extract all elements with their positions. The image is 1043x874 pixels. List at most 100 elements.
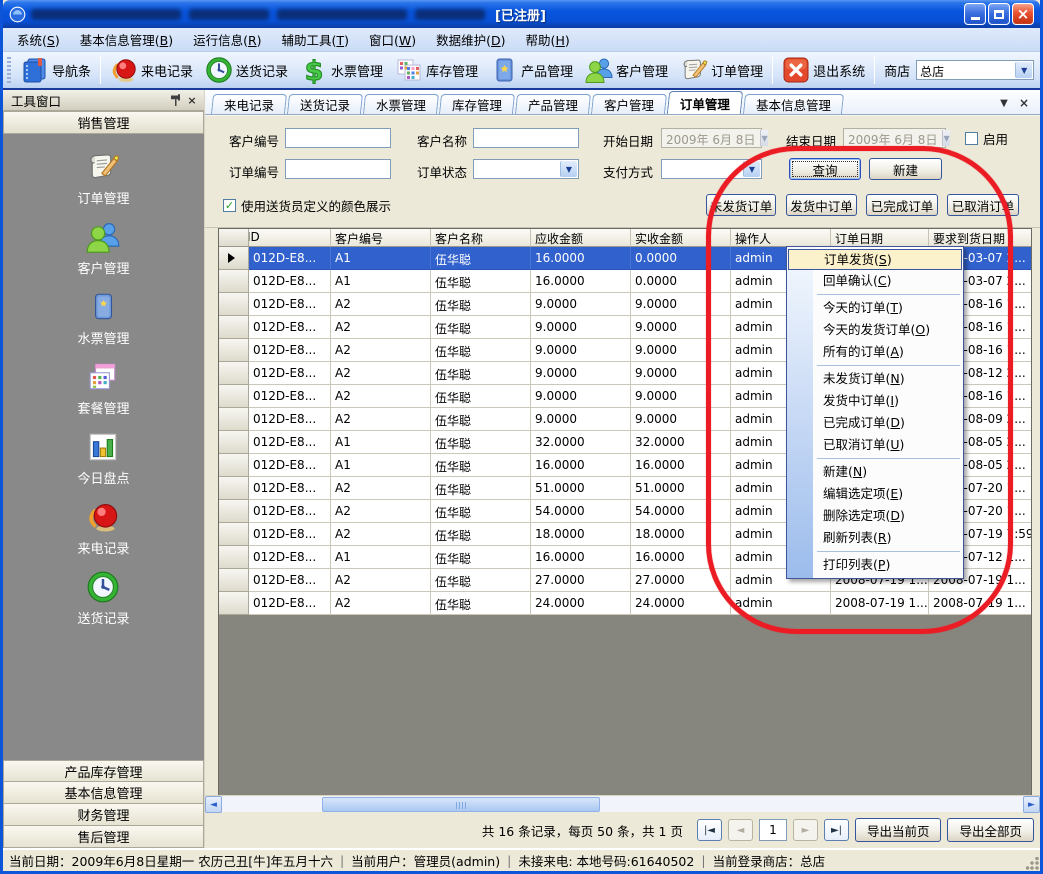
column-header-8[interactable]: 要求到货日期 bbox=[929, 229, 1032, 247]
order-status-filter-button-3[interactable]: 已完成订单 bbox=[866, 194, 938, 216]
tab-list-dropdown-icon[interactable]: ▼ bbox=[996, 95, 1012, 111]
table-row[interactable]: 012D-E8...A2伍华聪24.000024.0000admin2008-0… bbox=[219, 592, 1031, 615]
next-page-button[interactable]: ► bbox=[793, 819, 818, 841]
row-selector-cell[interactable] bbox=[219, 500, 249, 523]
horizontal-scrollbar[interactable]: ◄ ► bbox=[205, 795, 1040, 812]
scroll-right-icon[interactable]: ► bbox=[1023, 796, 1040, 813]
customer-name-input[interactable] bbox=[473, 128, 579, 148]
sidebar-item-3[interactable]: 水票管理 bbox=[77, 290, 129, 347]
toolbar-grip-handle[interactable] bbox=[7, 57, 11, 83]
toolbar-button-6[interactable]: 产品管理 bbox=[484, 54, 579, 86]
row-selector-cell[interactable] bbox=[219, 247, 249, 270]
order-status-filter-button-1[interactable]: 未发货订单 bbox=[706, 194, 776, 216]
tab-8[interactable]: 基本信息管理 bbox=[743, 94, 844, 114]
first-page-button[interactable]: |◄ bbox=[697, 819, 722, 841]
order-status-select[interactable]: ▼ bbox=[473, 159, 579, 179]
context-menu-item-2[interactable]: 回单确认(C) bbox=[787, 270, 963, 292]
sidebar-item-6[interactable]: 来电记录 bbox=[77, 500, 129, 557]
store-select[interactable]: 总店 ▼ bbox=[916, 60, 1034, 80]
end-date-picker[interactable]: 2009年 6月 8日 ▼ bbox=[843, 128, 946, 148]
row-selector-cell[interactable] bbox=[219, 408, 249, 431]
row-selector-cell[interactable] bbox=[219, 592, 249, 615]
row-selector-cell[interactable] bbox=[219, 454, 249, 477]
row-selector-cell[interactable] bbox=[219, 569, 249, 592]
resize-grip[interactable] bbox=[1026, 857, 1039, 870]
row-selector-cell[interactable] bbox=[219, 316, 249, 339]
sidebar-item-4[interactable]: 套餐管理 bbox=[77, 360, 129, 417]
column-header-5[interactable]: 实收金额 bbox=[631, 229, 731, 247]
toolbar-button-4[interactable]: $水票管理 bbox=[294, 54, 389, 86]
sidebar-group-button-2[interactable]: 基本信息管理 bbox=[3, 782, 204, 804]
context-menu-item-14[interactable]: 编辑选定项(E) bbox=[787, 483, 963, 505]
column-header-6[interactable]: 操作人 bbox=[731, 229, 831, 247]
toolbar-button-5[interactable]: 库存管理 bbox=[389, 54, 484, 86]
tab-2[interactable]: 送货记录 bbox=[287, 94, 363, 114]
tab-5[interactable]: 产品管理 bbox=[515, 94, 591, 114]
column-header-7[interactable]: 订单日期 bbox=[831, 229, 929, 247]
row-selector-cell[interactable] bbox=[219, 477, 249, 500]
tab-close-icon[interactable]: × bbox=[1016, 95, 1032, 111]
toolbar-button-9[interactable]: 退出系统 bbox=[776, 54, 871, 86]
context-menu-item-4[interactable]: 今天的订单(T) bbox=[787, 297, 963, 319]
toolbar-button-1[interactable]: 导航条 bbox=[15, 54, 97, 86]
query-button[interactable]: 查询 bbox=[789, 158, 861, 180]
context-menu-item-1[interactable]: 订单发货(S) bbox=[788, 249, 962, 270]
column-header-1[interactable]: ID bbox=[249, 229, 331, 247]
context-menu-item-16[interactable]: 刷新列表(R) bbox=[787, 527, 963, 549]
context-menu-item-8[interactable]: 未发货订单(N) bbox=[787, 368, 963, 390]
customer-no-input[interactable] bbox=[285, 128, 391, 148]
context-menu-item-6[interactable]: 所有的订单(A) bbox=[787, 341, 963, 363]
menu-item-3[interactable]: 运行信息(R) bbox=[183, 27, 271, 52]
row-selector-cell[interactable] bbox=[219, 339, 249, 362]
sidebar-item-7[interactable]: 送货记录 bbox=[77, 570, 129, 627]
menu-item-4[interactable]: 辅助工具(T) bbox=[272, 27, 359, 52]
sidebar-item-1[interactable]: 订单管理 bbox=[77, 150, 129, 207]
toolbar-button-2[interactable]: 来电记录 bbox=[104, 54, 199, 86]
sidebar-section-sales[interactable]: 销售管理 bbox=[3, 111, 204, 134]
start-date-picker[interactable]: 2009年 6月 8日 ▼ bbox=[661, 128, 762, 148]
sidebar-group-button-4[interactable]: 售后管理 bbox=[3, 826, 204, 848]
tab-4[interactable]: 库存管理 bbox=[439, 94, 515, 114]
row-selector-cell[interactable] bbox=[219, 385, 249, 408]
order-no-input[interactable] bbox=[285, 159, 391, 179]
row-selector-cell[interactable] bbox=[219, 293, 249, 316]
tab-6[interactable]: 客户管理 bbox=[591, 94, 667, 114]
prev-page-button[interactable]: ◄ bbox=[728, 819, 753, 841]
pay-method-select[interactable]: ▼ bbox=[661, 159, 762, 179]
context-menu-item-9[interactable]: 发货中订单(I) bbox=[787, 390, 963, 412]
scroll-left-icon[interactable]: ◄ bbox=[205, 796, 222, 813]
close-icon[interactable]: × bbox=[184, 93, 200, 108]
menu-item-1[interactable]: 系统(S) bbox=[7, 27, 70, 52]
export-all-pages-button[interactable]: 导出全部页 bbox=[947, 818, 1034, 842]
context-menu-item-10[interactable]: 已完成订单(D) bbox=[787, 412, 963, 434]
column-header-3[interactable]: 客户名称 bbox=[431, 229, 531, 247]
row-selector-cell[interactable] bbox=[219, 270, 249, 293]
toolbar-button-7[interactable]: 客户管理 bbox=[579, 54, 674, 86]
sidebar-item-5[interactable]: 今日盘点 bbox=[77, 430, 129, 487]
row-selector-cell[interactable] bbox=[219, 431, 249, 454]
pin-icon[interactable] bbox=[168, 93, 184, 108]
context-menu-item-13[interactable]: 新建(N) bbox=[787, 461, 963, 483]
tab-1[interactable]: 来电记录 bbox=[211, 94, 287, 114]
menu-item-5[interactable]: 窗口(W) bbox=[359, 27, 426, 52]
context-menu-item-11[interactable]: 已取消订单(U) bbox=[787, 434, 963, 456]
context-menu-item-5[interactable]: 今天的发货订单(O) bbox=[787, 319, 963, 341]
context-menu-item-15[interactable]: 删除选定项(D) bbox=[787, 505, 963, 527]
menu-item-2[interactable]: 基本信息管理(B) bbox=[70, 27, 183, 52]
sidebar-group-button-3[interactable]: 财务管理 bbox=[3, 804, 204, 826]
scrollbar-thumb[interactable] bbox=[322, 797, 600, 812]
column-header-4[interactable]: 应收金额 bbox=[531, 229, 631, 247]
close-button[interactable]: × bbox=[1012, 3, 1034, 25]
page-number-input[interactable]: 1 bbox=[759, 819, 787, 841]
context-menu-item-18[interactable]: 打印列表(P) bbox=[787, 554, 963, 576]
order-status-filter-button-2[interactable]: 发货中订单 bbox=[786, 194, 857, 216]
menu-item-6[interactable]: 数据维护(D) bbox=[426, 27, 515, 52]
tab-7[interactable]: 订单管理 bbox=[667, 91, 743, 114]
chevron-down-icon[interactable]: ▼ bbox=[1015, 62, 1032, 78]
minimize-button[interactable] bbox=[964, 3, 986, 25]
tab-3[interactable]: 水票管理 bbox=[363, 94, 439, 114]
delivery-color-checkbox[interactable]: ✓ bbox=[223, 199, 236, 212]
order-status-filter-button-4[interactable]: 已取消订单 bbox=[947, 194, 1019, 216]
menu-item-7[interactable]: 帮助(H) bbox=[516, 27, 580, 52]
row-selector-cell[interactable] bbox=[219, 523, 249, 546]
